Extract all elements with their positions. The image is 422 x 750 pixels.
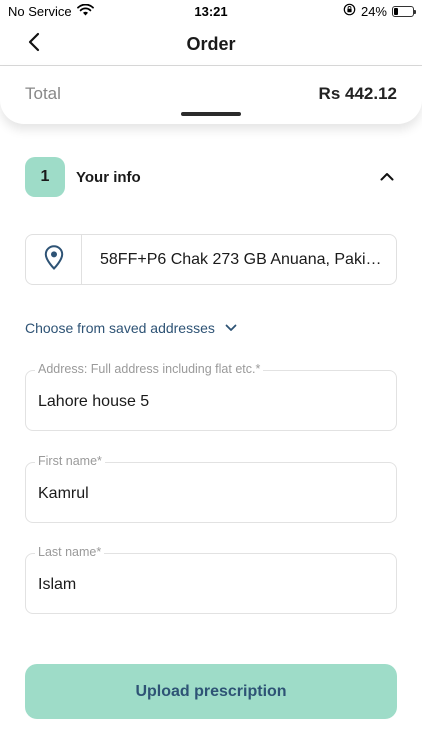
drag-handle[interactable] [181, 112, 241, 116]
last-name-field-value[interactable]: Islam [38, 576, 76, 594]
page-title: Order [186, 34, 236, 54]
status-bar: No Service 13:21 24% [0, 0, 422, 22]
total-label: Total [25, 84, 61, 103]
saved-addresses-label: Choose from saved addresses [25, 320, 215, 336]
battery-level-fill [394, 7, 399, 15]
total-amount: Rs 442.12 [318, 84, 397, 103]
location-pin-icon [44, 244, 64, 275]
first-name-field-label: First name* [35, 454, 105, 468]
chevron-up-icon [380, 168, 394, 186]
chevron-down-icon [225, 319, 237, 337]
first-name-field-value[interactable]: Kamrul [38, 485, 89, 503]
battery-icon [392, 5, 416, 17]
upload-prescription-button[interactable]: Upload prescription [25, 664, 397, 719]
order-total-card[interactable]: Total Rs 442.12 [0, 66, 422, 124]
address-field-label: Address: Full address including flat etc… [35, 362, 264, 376]
last-name-field-label: Last name* [35, 545, 105, 559]
location-pin-button[interactable] [26, 235, 82, 284]
orientation-lock-icon [343, 3, 356, 19]
battery-percent: 24% [360, 3, 387, 19]
address-field-value[interactable]: Lahore house 5 [38, 393, 149, 411]
section-title: Your info [76, 169, 141, 186]
step-number-badge: 1 [25, 157, 65, 197]
last-name-field[interactable]: Last name* Islam [25, 545, 397, 614]
location-text: 58FF+P6 Chak 273 GB Anuana, Pakistan [100, 250, 382, 268]
collapse-section-button[interactable] [376, 166, 398, 188]
choose-saved-addresses-link[interactable]: Choose from saved addresses [25, 319, 237, 337]
first-name-field[interactable]: First name* Kamrul [25, 454, 397, 523]
status-right: 24% [343, 3, 416, 19]
location-field[interactable]: 58FF+P6 Chak 273 GB Anuana, Pakistan [25, 234, 397, 285]
address-field[interactable]: Address: Full address including flat etc… [25, 362, 397, 431]
navigation-bar: Order [0, 22, 422, 66]
order-screen: No Service 13:21 24% Order Total Rs 442.… [0, 0, 422, 750]
